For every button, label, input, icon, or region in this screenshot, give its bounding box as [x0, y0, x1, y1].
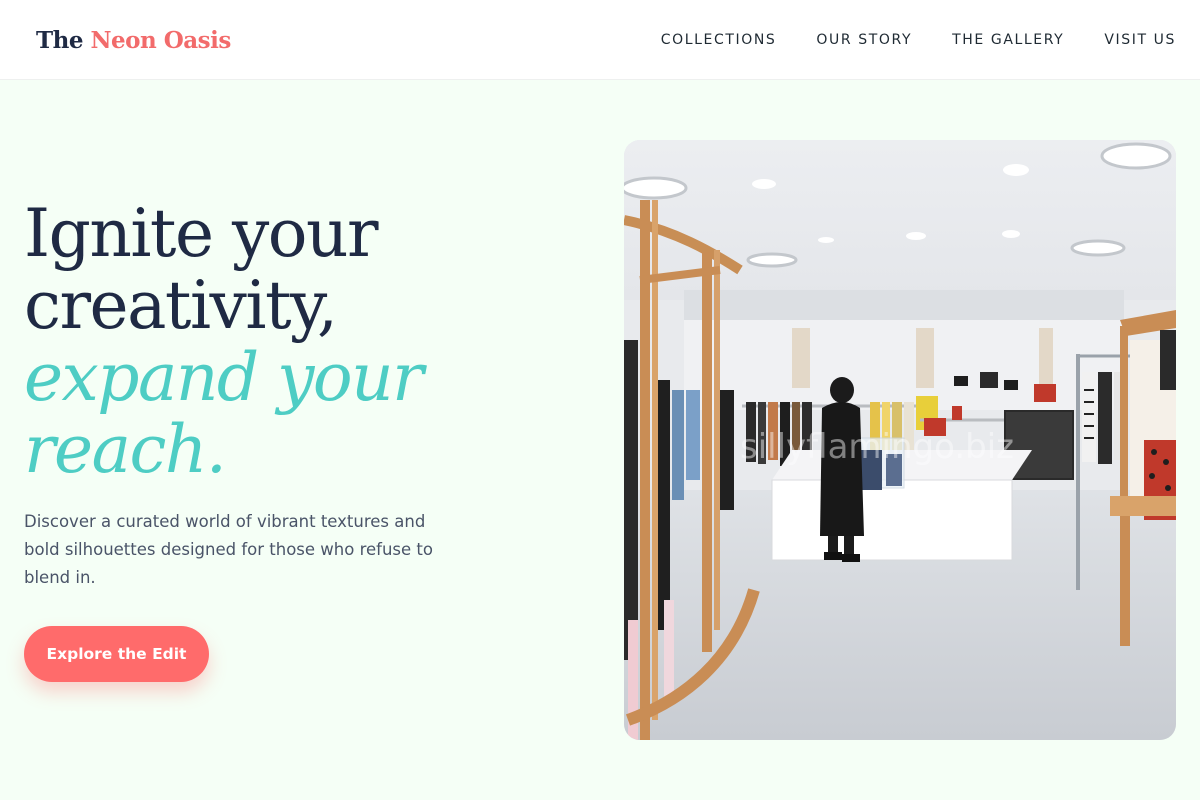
headline-line-4: reach. — [24, 411, 227, 488]
logo-word-brand: Neon Oasis — [90, 27, 232, 54]
nav-link-collections[interactable]: COLLECTIONS — [661, 32, 777, 48]
site-header: The Neon Oasis COLLECTIONS OUR STORY THE… — [0, 0, 1200, 80]
nav-link-visit-us[interactable]: VISIT US — [1104, 32, 1176, 48]
store-interior-illustration: sillyflamingo.biz — [624, 140, 1176, 740]
explore-the-edit-button[interactable]: Explore the Edit — [24, 626, 209, 682]
image-watermark: sillyflamingo.biz — [740, 427, 1014, 467]
main-nav: COLLECTIONS OUR STORY THE GALLERY VISIT … — [661, 0, 1176, 80]
hero-subtext: Discover a curated world of vibrant text… — [24, 512, 433, 587]
nav-link-our-story[interactable]: OUR STORY — [816, 32, 912, 48]
logo[interactable]: The Neon Oasis — [36, 24, 231, 58]
nav-link-the-gallery[interactable]: THE GALLERY — [952, 32, 1064, 48]
hero-text: Ignite your creativity, expand your reac… — [24, 198, 584, 592]
hero-image: sillyflamingo.biz — [624, 140, 1176, 740]
headline-line-1: Ignite your — [24, 195, 379, 272]
hero-headline: Ignite your creativity, expand your reac… — [24, 198, 584, 486]
logo-word-the: The — [36, 27, 83, 54]
headline-line-2: creativity, — [24, 267, 338, 344]
headline-line-3: expand your — [24, 339, 424, 416]
